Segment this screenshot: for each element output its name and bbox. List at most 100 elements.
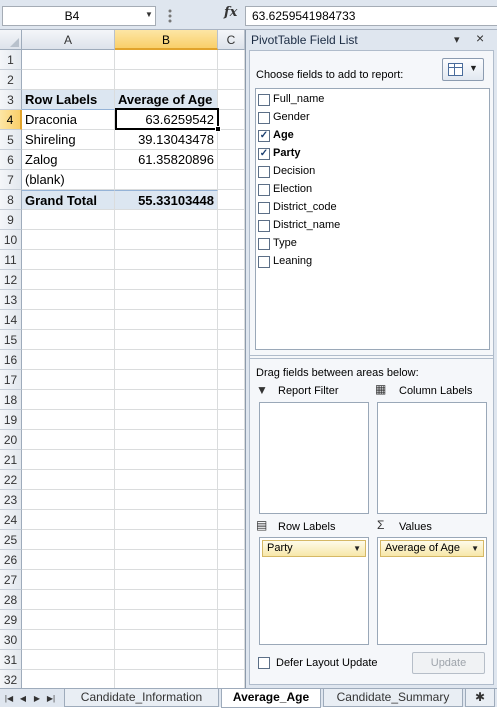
field-checkbox[interactable]: [258, 238, 270, 250]
values-area[interactable]: Average of Age ▼: [377, 537, 487, 645]
name-box-dropdown-icon[interactable]: ▼: [143, 6, 155, 24]
cell-b[interactable]: [115, 170, 218, 190]
cell-a[interactable]: [22, 550, 115, 570]
cell-c[interactable]: [218, 610, 245, 630]
cell-a[interactable]: [22, 330, 115, 350]
tab-candidate-summary[interactable]: Candidate_Summary: [323, 689, 463, 707]
insert-function-icon[interactable]: fx: [224, 5, 237, 20]
defer-layout-checkbox[interactable]: [258, 657, 270, 669]
cell-b[interactable]: [115, 210, 218, 230]
row-header[interactable]: 20: [0, 430, 22, 450]
select-all-corner[interactable]: [0, 30, 22, 50]
field-item[interactable]: Leaning: [258, 253, 483, 271]
cell-b[interactable]: [115, 590, 218, 610]
cell-a[interactable]: [22, 270, 115, 290]
cell-b[interactable]: [115, 390, 218, 410]
first-sheet-icon[interactable]: |◀: [3, 692, 15, 705]
field-checkbox[interactable]: [258, 202, 270, 214]
update-button[interactable]: Update: [412, 652, 485, 674]
cell-c[interactable]: [218, 410, 245, 430]
cell-c[interactable]: [218, 430, 245, 450]
cell-a[interactable]: [22, 430, 115, 450]
row-header[interactable]: 6: [0, 150, 22, 170]
cell-a[interactable]: Grand Total: [22, 190, 115, 210]
row-header[interactable]: 31: [0, 650, 22, 670]
field-item[interactable]: ✓ Age: [258, 127, 483, 145]
cell-b[interactable]: 55.33103448: [115, 190, 218, 210]
field-checkbox[interactable]: [258, 94, 270, 106]
row-header[interactable]: 12: [0, 270, 22, 290]
cell-a[interactable]: [22, 490, 115, 510]
row-header[interactable]: 2: [0, 70, 22, 90]
row-header[interactable]: 24: [0, 510, 22, 530]
formula-input[interactable]: 63.6259541984733: [245, 6, 497, 26]
row-header[interactable]: 5: [0, 130, 22, 150]
row-header[interactable]: 17: [0, 370, 22, 390]
cell-c[interactable]: [218, 570, 245, 590]
row-header[interactable]: 21: [0, 450, 22, 470]
field-item[interactable]: District_name: [258, 217, 483, 235]
close-icon[interactable]: ×: [476, 30, 484, 46]
column-header-b[interactable]: B: [115, 30, 218, 50]
cell-c[interactable]: [218, 210, 245, 230]
row-header[interactable]: 10: [0, 230, 22, 250]
cell-b[interactable]: [115, 490, 218, 510]
cell-a[interactable]: [22, 390, 115, 410]
field-item[interactable]: ✓ Party: [258, 145, 483, 163]
field-item[interactable]: Type: [258, 235, 483, 253]
cell-c[interactable]: [218, 250, 245, 270]
field-list-layout-button[interactable]: ▼: [442, 58, 484, 81]
column-labels-area[interactable]: [377, 402, 487, 514]
cell-c[interactable]: [218, 230, 245, 250]
cell-a[interactable]: Row Labels: [22, 90, 115, 110]
field-checkbox[interactable]: [258, 220, 270, 232]
cell-a[interactable]: [22, 610, 115, 630]
cell-b[interactable]: [115, 330, 218, 350]
row-header[interactable]: 7: [0, 170, 22, 190]
row-header[interactable]: 30: [0, 630, 22, 650]
row-header[interactable]: 13: [0, 290, 22, 310]
cell-a[interactable]: [22, 70, 115, 90]
cell-c[interactable]: [218, 550, 245, 570]
cell-a[interactable]: [22, 650, 115, 670]
cell-c[interactable]: [218, 90, 245, 110]
tab-average-age[interactable]: Average_Age: [221, 689, 321, 708]
cell-b[interactable]: [115, 270, 218, 290]
report-filter-area[interactable]: [259, 402, 369, 514]
cell-b[interactable]: [115, 550, 218, 570]
cell-a[interactable]: [22, 210, 115, 230]
chevron-down-icon[interactable]: ▼: [471, 541, 479, 556]
cell-a[interactable]: [22, 570, 115, 590]
cell-a[interactable]: [22, 350, 115, 370]
formula-expand-handle[interactable]: [162, 6, 218, 26]
row-labels-area[interactable]: Party ▼: [259, 537, 369, 645]
field-checkbox[interactable]: ✓: [258, 130, 270, 142]
field-checkbox[interactable]: ✓: [258, 148, 270, 160]
cell-b[interactable]: [115, 370, 218, 390]
field-item[interactable]: Election: [258, 181, 483, 199]
cell-b[interactable]: Average of Age: [115, 90, 218, 110]
field-item[interactable]: District_code: [258, 199, 483, 217]
prev-sheet-icon[interactable]: ◀: [17, 692, 29, 705]
values-field-chip[interactable]: Average of Age ▼: [380, 540, 484, 557]
cell-b[interactable]: [115, 570, 218, 590]
name-box[interactable]: B4: [2, 6, 156, 26]
cell-a[interactable]: [22, 250, 115, 270]
cell-c[interactable]: [218, 270, 245, 290]
cell-a[interactable]: [22, 230, 115, 250]
cell-c[interactable]: [218, 530, 245, 550]
cell-b[interactable]: [115, 670, 218, 688]
cell-c[interactable]: [218, 190, 245, 210]
chevron-down-icon[interactable]: ▼: [353, 541, 361, 556]
cell-b[interactable]: [115, 310, 218, 330]
cell-a[interactable]: [22, 450, 115, 470]
cell-a[interactable]: [22, 590, 115, 610]
cell-a[interactable]: [22, 370, 115, 390]
cell-b[interactable]: [115, 450, 218, 470]
field-checkbox[interactable]: [258, 166, 270, 178]
row-header[interactable]: 29: [0, 610, 22, 630]
cell-c[interactable]: [218, 590, 245, 610]
cell-a[interactable]: [22, 510, 115, 530]
cell-b[interactable]: [115, 250, 218, 270]
next-sheet-icon[interactable]: ▶: [31, 692, 43, 705]
